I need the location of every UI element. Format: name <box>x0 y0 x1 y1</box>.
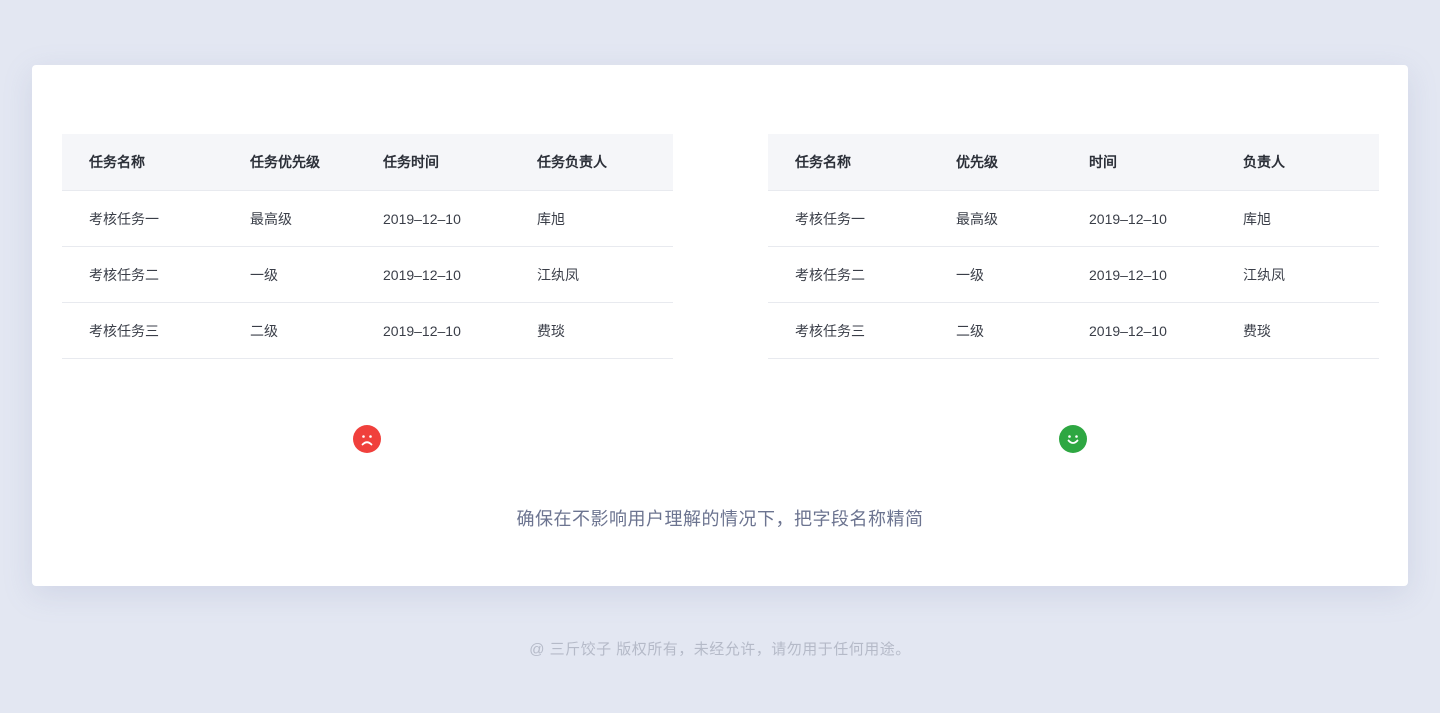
task-name-cell: 考核任务二 <box>62 246 250 303</box>
bad-example-table: 任务名称 任务优先级 任务时间 任务负责人 考核任务一 最高级 2019–12–… <box>62 134 673 359</box>
priority-cell: 最高级 <box>956 190 1089 247</box>
owner-cell: 费琰 <box>1243 302 1379 359</box>
column-header[interactable]: 优先级 <box>956 134 1089 191</box>
task-name-cell: 考核任务一 <box>62 190 250 247</box>
owner-cell: 江纨凤 <box>537 246 673 303</box>
table-row[interactable]: 考核任务二 一级 2019–12–10 江纨凤 <box>62 246 673 303</box>
column-header[interactable]: 时间 <box>1089 134 1243 191</box>
date-cell: 2019–12–10 <box>1089 190 1243 247</box>
priority-cell: 二级 <box>250 302 383 359</box>
priority-cell: 最高级 <box>250 190 383 247</box>
owner-cell: 库旭 <box>1243 190 1379 247</box>
example-card: 任务名称 任务优先级 任务时间 任务负责人 考核任务一 最高级 2019–12–… <box>32 65 1408 586</box>
sad-face-icon <box>353 425 381 453</box>
good-example-table: 任务名称 优先级 时间 负责人 考核任务一 最高级 2019–12–10 库旭 … <box>768 134 1379 359</box>
table-header-row: 任务名称 优先级 时间 负责人 <box>768 134 1379 191</box>
priority-cell: 二级 <box>956 302 1089 359</box>
column-header[interactable]: 任务时间 <box>383 134 537 191</box>
guideline-caption: 确保在不影响用户理解的情况下，把字段名称精简 <box>516 509 924 529</box>
owner-cell: 江纨凤 <box>1243 246 1379 303</box>
smile-face-icon <box>1059 425 1087 453</box>
table-row[interactable]: 考核任务一 最高级 2019–12–10 库旭 <box>62 190 673 247</box>
table-row[interactable]: 考核任务三 二级 2019–12–10 费琰 <box>768 302 1379 359</box>
date-cell: 2019–12–10 <box>383 190 537 247</box>
table-row[interactable]: 考核任务二 一级 2019–12–10 江纨凤 <box>768 246 1379 303</box>
task-name-cell: 考核任务三 <box>768 302 956 359</box>
copyright-footer: @ 三斤饺子 版权所有，未经允许，请勿用于任何用途。 <box>529 641 911 658</box>
column-header[interactable]: 负责人 <box>1243 134 1379 191</box>
task-name-cell: 考核任务一 <box>768 190 956 247</box>
table-header-row: 任务名称 任务优先级 任务时间 任务负责人 <box>62 134 673 191</box>
owner-cell: 费琰 <box>537 302 673 359</box>
column-header[interactable]: 任务负责人 <box>537 134 673 191</box>
column-header[interactable]: 任务名称 <box>768 134 956 191</box>
date-cell: 2019–12–10 <box>383 302 537 359</box>
priority-cell: 一级 <box>250 246 383 303</box>
task-name-cell: 考核任务三 <box>62 302 250 359</box>
table-row[interactable]: 考核任务三 二级 2019–12–10 费琰 <box>62 302 673 359</box>
date-cell: 2019–12–10 <box>1089 246 1243 303</box>
column-header[interactable]: 任务名称 <box>62 134 250 191</box>
date-cell: 2019–12–10 <box>1089 302 1243 359</box>
column-header[interactable]: 任务优先级 <box>250 134 383 191</box>
priority-cell: 一级 <box>956 246 1089 303</box>
table-row[interactable]: 考核任务一 最高级 2019–12–10 库旭 <box>768 190 1379 247</box>
task-name-cell: 考核任务二 <box>768 246 956 303</box>
date-cell: 2019–12–10 <box>383 246 537 303</box>
owner-cell: 库旭 <box>537 190 673 247</box>
